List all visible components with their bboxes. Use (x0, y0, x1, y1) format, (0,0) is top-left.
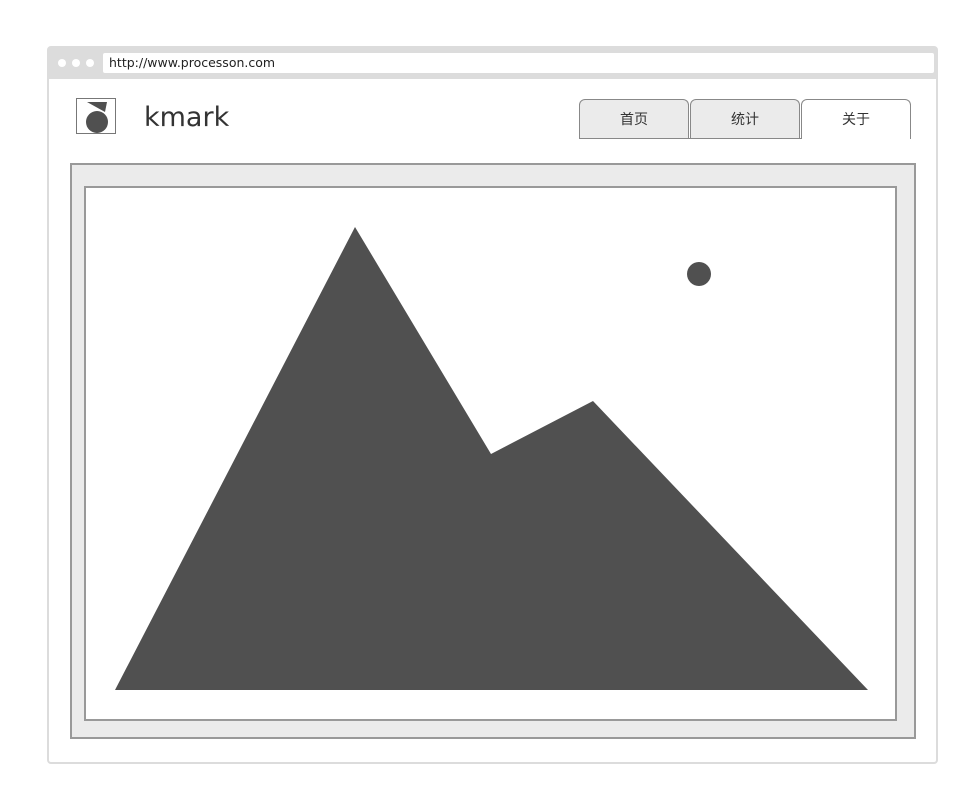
address-bar[interactable]: http://www.processon.com (103, 53, 934, 73)
window-control-dot[interactable] (86, 59, 94, 67)
logo-icon (76, 98, 116, 134)
image-placeholder (84, 186, 897, 721)
tab-divider (579, 138, 801, 139)
browser-titlebar: http://www.processon.com (49, 48, 936, 79)
brand-name[interactable]: kmark (144, 100, 229, 136)
image-placeholder-icon (115, 227, 868, 690)
sun-circle (687, 262, 711, 286)
tab-home[interactable]: 首页 (579, 99, 689, 139)
tab-statistics[interactable]: 统计 (690, 99, 800, 139)
browser-window: http://www.processon.com kmark 首页 统计 关于 (47, 46, 938, 764)
content-frame (70, 163, 916, 739)
logo-icon-graphic (86, 102, 108, 133)
window-control-dot[interactable] (58, 59, 66, 67)
mountain-shape (115, 227, 868, 690)
tab-about[interactable]: 关于 (801, 99, 911, 139)
window-control-dot[interactable] (72, 59, 80, 67)
